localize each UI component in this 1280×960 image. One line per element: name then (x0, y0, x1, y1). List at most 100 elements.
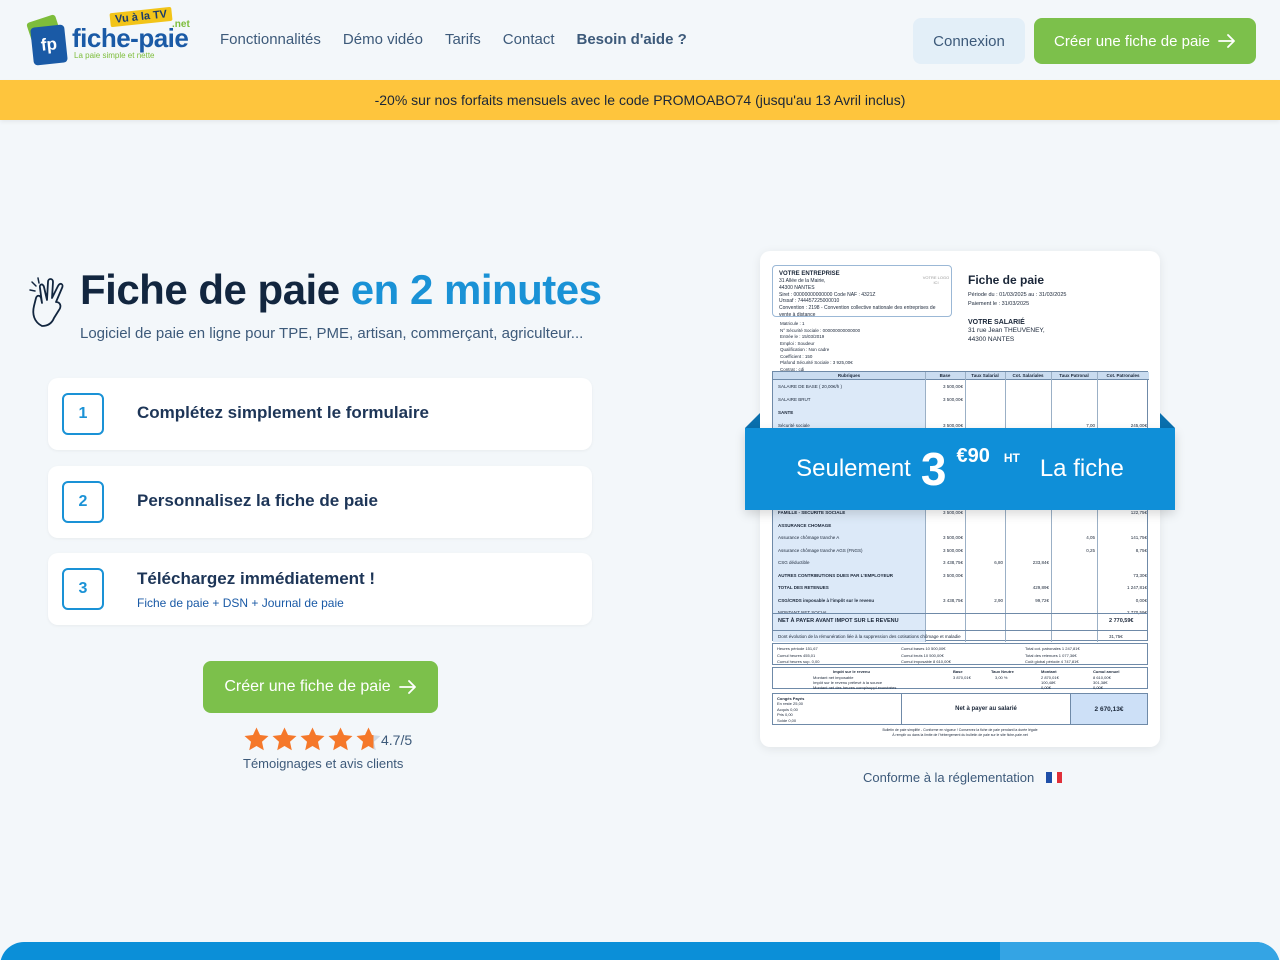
payslip-row-value: 1 247,81€ (1126, 585, 1147, 590)
payslip-company-siret: Siret : 00000000000000 Code NAF : 4321Z (779, 291, 876, 298)
payslip-company-box: VOTRE ENTREPRISE 31 Allée de la Mairie, … (772, 265, 952, 318)
promo-text: -20% sur nos forfaits mensuels avec le c… (374, 92, 906, 108)
fingers-crossed-icon (29, 277, 64, 327)
payslip-salarie-addr1: 31 rue Jean THEUVENEY, (968, 327, 1045, 335)
payslip-row-label: CSG/CRDS imposable à l'impôt sur le reve… (778, 597, 875, 603)
payslip-tax-header: Cumul annuel (1093, 669, 1120, 674)
ribbon-suffix: La fiche (1039, 455, 1124, 482)
payslip-row-value: 4,05 (1086, 535, 1095, 540)
payslip-table-header-cell: Base (939, 373, 951, 378)
payslip-company-addr2: 44300 NANTES (779, 284, 815, 291)
payslip-row-value: 99,72€ (1035, 597, 1049, 603)
create-payslip-main-button[interactable]: Créer une fiche de paie (203, 661, 438, 713)
payslip-tax-box: Impôt sur le revenu Base Taux Neutre Montan… (772, 667, 1148, 690)
payslip-evolution-value: 31,75€ (1109, 634, 1123, 639)
payslip-row-value: 3 500,00€ (942, 510, 963, 515)
payslip-net-before-tax: NET À PAYER AVANT IMPOT SUR LE REVENU 2 … (772, 613, 1148, 631)
payslip-conges: Congés Payés En reste 25,00 Acquis 0,00 Pri… (777, 696, 804, 723)
step-card-1: 1 Complétez simplement le formulaire (48, 378, 592, 450)
bottom-band-highlight (1000, 942, 1280, 960)
login-button[interactable]: Connexion (913, 18, 1025, 64)
payslip-row-value: 3 500,00€ (942, 572, 963, 578)
site-header: fp Vu à la TV fiche-paie .net La paie si… (0, 0, 1280, 80)
payslip-period: Période du : 01/03/2025 au : 31/03/2025 … (968, 291, 1066, 309)
payslip-row-label: Assurance chômage tranche AGS (FNGS) (778, 547, 863, 553)
arrow-right-icon (398, 680, 416, 694)
payslip-summary-item: Heures période 151,67 (777, 646, 818, 651)
payslip-row-label: SALAIRE DE BASE ( 20,00€/h ) (778, 384, 843, 389)
payslip-company-convention: Convention : 2198 - Convention collectiv… (779, 305, 936, 318)
payslip-net-pay-label: Net à payer au salarié (901, 694, 1071, 724)
payslip-salarie: VOTRE SALARIÉ 31 rue Jean THEUVENEY, 443… (968, 318, 1045, 344)
create-payslip-header-button[interactable]: Créer une fiche de paie (1034, 18, 1256, 64)
hero-title-main: Fiche de paie (80, 266, 340, 313)
payslip-conges-line: En reste 25,00 (777, 701, 804, 707)
payslip-bottom-box: Congés Payés En reste 25,00 Acquis 0,00 Pri… (772, 693, 1148, 725)
rating-stars[interactable] (243, 726, 382, 753)
france-flag-icon (1046, 772, 1063, 783)
ribbon-price-dec: €90 (956, 444, 990, 467)
payslip-summary-item: Cumul bruts 10 500,00€ (901, 652, 944, 658)
payslip-summary-item: Total des retenues 1 077,36€ (1025, 652, 1077, 658)
nav-besoin-aide[interactable]: Besoin d'aide ? (577, 31, 687, 48)
nav-tarifs[interactable]: Tarifs (445, 31, 481, 48)
step-text: Téléchargez immédiatement ! (137, 569, 376, 588)
payslip-row-value: 429,89€ (1032, 585, 1049, 590)
star-icon (244, 727, 269, 751)
nav-demo-video[interactable]: Démo vidéo (343, 31, 423, 48)
payslip-row-value: 0,25 (1086, 547, 1095, 553)
payslip-summary-item: Cumul heures 455,01 (777, 652, 816, 658)
arrow-right-icon (1218, 34, 1235, 48)
reviews-link[interactable]: Témoignages et avis clients (243, 756, 403, 771)
payslip-row-label: TOTAL DES RETENUES (778, 585, 829, 590)
payslip-table-header-cell: Rubriques (837, 373, 861, 378)
hero-title: Fiche de paie en 2 minutes (80, 266, 602, 314)
payslip-footnote-1: Bulletin de paie simplifié - Conforme en… (882, 728, 1038, 732)
payslip-company-title: VOTRE ENTREPRISE (779, 271, 840, 277)
ribbon-price-int: 3 (920, 443, 947, 495)
payslip-company-urssaf: Urssaf : 744457225000010 (779, 298, 840, 305)
payslip-period-line: Période du : 01/03/2025 au : 31/03/2025 (968, 292, 1067, 298)
star-icon (356, 727, 381, 751)
conformity-note: Conforme à la réglementation (863, 770, 1063, 785)
payslip-tax-header: Impôt sur le revenu (833, 669, 870, 674)
payslip-row-label: SALAIRE BRUT (778, 397, 811, 402)
payslip-summary-item: Cumul heures sup. 0,00 (777, 659, 820, 664)
payslip-row-value: 3 500,00€ (942, 384, 963, 389)
payslip-summary-item: Coût global période 4 747,81€ (1025, 659, 1079, 664)
ribbon-ht: HT (1003, 451, 1020, 465)
payslip-row-value: 141,75€ (1130, 535, 1147, 540)
payslip-net-before-tax-value: 2 770,59€ (1109, 618, 1134, 624)
payslip-tax-value: 0,00€ (1041, 685, 1052, 690)
step-number: 2 (62, 481, 104, 523)
payslip-row-value: 233,84€ (1032, 560, 1049, 565)
payslip-tax-value: 3,00 % (995, 675, 1008, 680)
payslip-row-label: FAMILLE - SECURITE SOCIALE (778, 510, 846, 515)
payslip-row-value: 6,80 (994, 560, 1003, 565)
price-ribbon: Seulement 3 €90 HT La fiche (745, 428, 1175, 510)
payslip-footnote-2: À remplir ou dans la limite de l'héberge… (892, 732, 1028, 737)
payslip-row-value: 3 438,75€ (942, 560, 963, 565)
payslip-tax-value: 3 870,01€ (953, 675, 971, 680)
payslip-row-label: ASSURANCE CHOMAGE (778, 522, 832, 528)
create-payslip-header-label: Créer une fiche de paie (1054, 32, 1210, 50)
nav-contact[interactable]: Contact (503, 31, 555, 48)
payslip-row-value: 3 438,75€ (942, 597, 963, 603)
payslip-row-label: SANTE (778, 410, 794, 415)
payslip-tax-value: 0,00€ (1093, 685, 1104, 690)
payslip-row-value: 3 500,00€ (942, 535, 963, 540)
payslip-employee-line: Plafond Sécurité Sociale : 3 925,00€ (780, 360, 853, 366)
payslip-footnote: Bulletin de paie simplifié - Conforme en… (760, 728, 1160, 737)
payslip-net-pay-value: 2 670,13€ (1071, 694, 1147, 724)
bottom-section-band (0, 942, 1280, 960)
payslip-row-value: 2,90 (994, 597, 1003, 603)
payslip-row-label: CSG déductible (778, 560, 810, 565)
site-logo[interactable]: fp Vu à la TV fiche-paie .net La paie si… (26, 6, 190, 66)
payslip-table-header-cell: Taux Salarial (971, 373, 999, 378)
payslip-summary-item: Cumul imposable 8 610,00€ (901, 659, 951, 664)
ribbon-fold-right (1160, 413, 1175, 428)
payslip-table-header: Rubriques Base Taux Salarial Cot. Salariale… (773, 372, 1149, 380)
logo-brand: fiche-paie (72, 23, 189, 53)
create-payslip-main-label: Créer une fiche de paie (224, 678, 391, 695)
nav-fonctionnalites[interactable]: Fonctionnalités (220, 31, 321, 48)
